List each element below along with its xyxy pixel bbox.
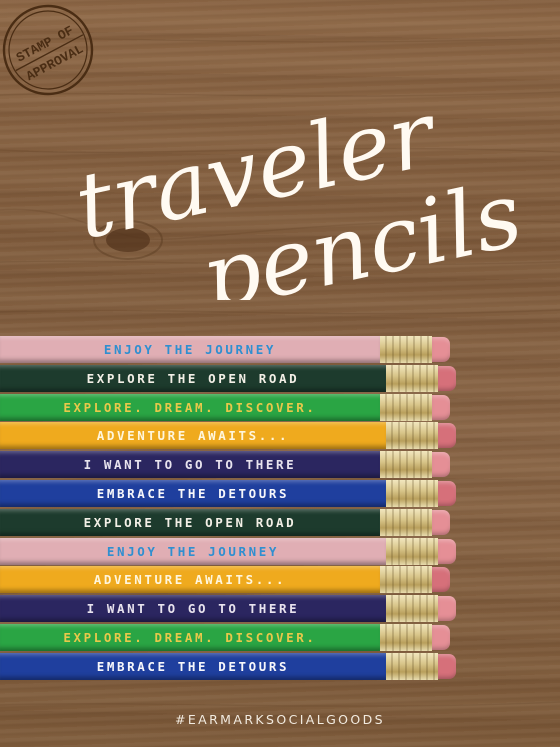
pencil: EXPLORE THE OPEN ROAD [0, 364, 470, 392]
pencil: ADVENTURE AWAITS... [0, 422, 470, 450]
pencil-body: I WANT TO GO TO THERE [0, 595, 386, 623]
pencil-eraser [432, 509, 450, 535]
pencil-ferrule [380, 566, 432, 594]
hashtag: #EARMARKSOCIALGOODS [174, 712, 386, 727]
pencil-eraser [438, 365, 456, 391]
pencil-label: ENJOY THE JOURNEY [106, 543, 280, 559]
pencil: ENJOY THE JOURNEY [0, 336, 470, 363]
pencil-body: EMBRACE THE DETOURS [0, 480, 386, 507]
pencil-body: ADVENTURE AWAITS... [0, 422, 386, 450]
pencil-eraser [432, 337, 450, 362]
pencil-eraser [432, 394, 450, 420]
pencil-eraser [432, 625, 450, 650]
pencil: ENJOY THE JOURNEY [0, 537, 470, 565]
pencil-eraser [432, 567, 450, 593]
pencil: I WANT TO GO TO THERE [0, 595, 470, 623]
pencil-ferrule [386, 652, 438, 680]
pencil: I WANT TO GO TO THERE [0, 451, 470, 479]
pencil-body: EXPLORE THE OPEN ROAD [0, 364, 386, 392]
pencil-label: EMBRACE THE DETOURS [96, 486, 290, 501]
pencil-ferrule [380, 336, 432, 363]
pencil-body: ENJOY THE JOURNEY [0, 336, 380, 363]
pencil: EXPLORE. DREAM. DISCOVER. [0, 624, 470, 651]
pencil-label: ADVENTURE AWAITS... [96, 428, 290, 444]
pencil-ferrule [380, 451, 432, 479]
pencil-body: ENJOY THE JOURNEY [0, 537, 386, 565]
pencil-body: EXPLORE THE OPEN ROAD [0, 508, 380, 536]
pencil-label: I WANT TO GO TO THERE [83, 457, 297, 473]
headline: traveler pencils [67, 81, 531, 300]
pencil-ferrule [380, 508, 432, 536]
pencil-label: I WANT TO GO TO THERE [86, 601, 300, 617]
pencil-label: EXPLORE THE OPEN ROAD [83, 514, 297, 530]
pencil-ferrule [380, 393, 432, 421]
pencil-body: ADVENTURE AWAITS... [0, 566, 380, 594]
pencil-label: EMBRACE THE DETOURS [96, 658, 290, 674]
pencil-label: EXPLORE THE OPEN ROAD [86, 370, 300, 386]
pencil-eraser [432, 452, 450, 478]
pencil-label: ADVENTURE AWAITS... [93, 572, 287, 588]
pencil-label: EXPLORE. DREAM. DISCOVER. [63, 630, 317, 645]
pencil-body: EXPLORE. DREAM. DISCOVER. [0, 624, 380, 651]
pencil-ferrule [386, 364, 438, 392]
pencil-label: ENJOY THE JOURNEY [103, 342, 277, 357]
pencil-eraser [438, 596, 456, 622]
pencil-ferrule [386, 422, 438, 450]
pencil: ADVENTURE AWAITS... [0, 566, 470, 594]
pencil-body: I WANT TO GO TO THERE [0, 451, 380, 479]
pencil-eraser [438, 538, 456, 564]
pencil-ferrule [386, 595, 438, 623]
pencil-ferrule [386, 480, 438, 507]
pencil-ferrule [380, 624, 432, 651]
pencil-eraser [438, 653, 456, 679]
pencil-ferrule [386, 537, 438, 565]
pencil: EMBRACE THE DETOURS [0, 480, 470, 507]
pencil: EMBRACE THE DETOURS [0, 652, 470, 680]
pencil: EXPLORE. DREAM. DISCOVER. [0, 393, 470, 421]
pencil-body: EXPLORE. DREAM. DISCOVER. [0, 393, 380, 421]
pencil-eraser [438, 423, 456, 449]
pencil: EXPLORE THE OPEN ROAD [0, 508, 470, 536]
product-photo: STAMP OF APPROVAL traveler pencils ENJOY… [0, 0, 560, 747]
pencil-eraser [438, 481, 456, 506]
pencil-label: EXPLORE. DREAM. DISCOVER. [63, 399, 317, 415]
pencil-body: EMBRACE THE DETOURS [0, 652, 386, 680]
